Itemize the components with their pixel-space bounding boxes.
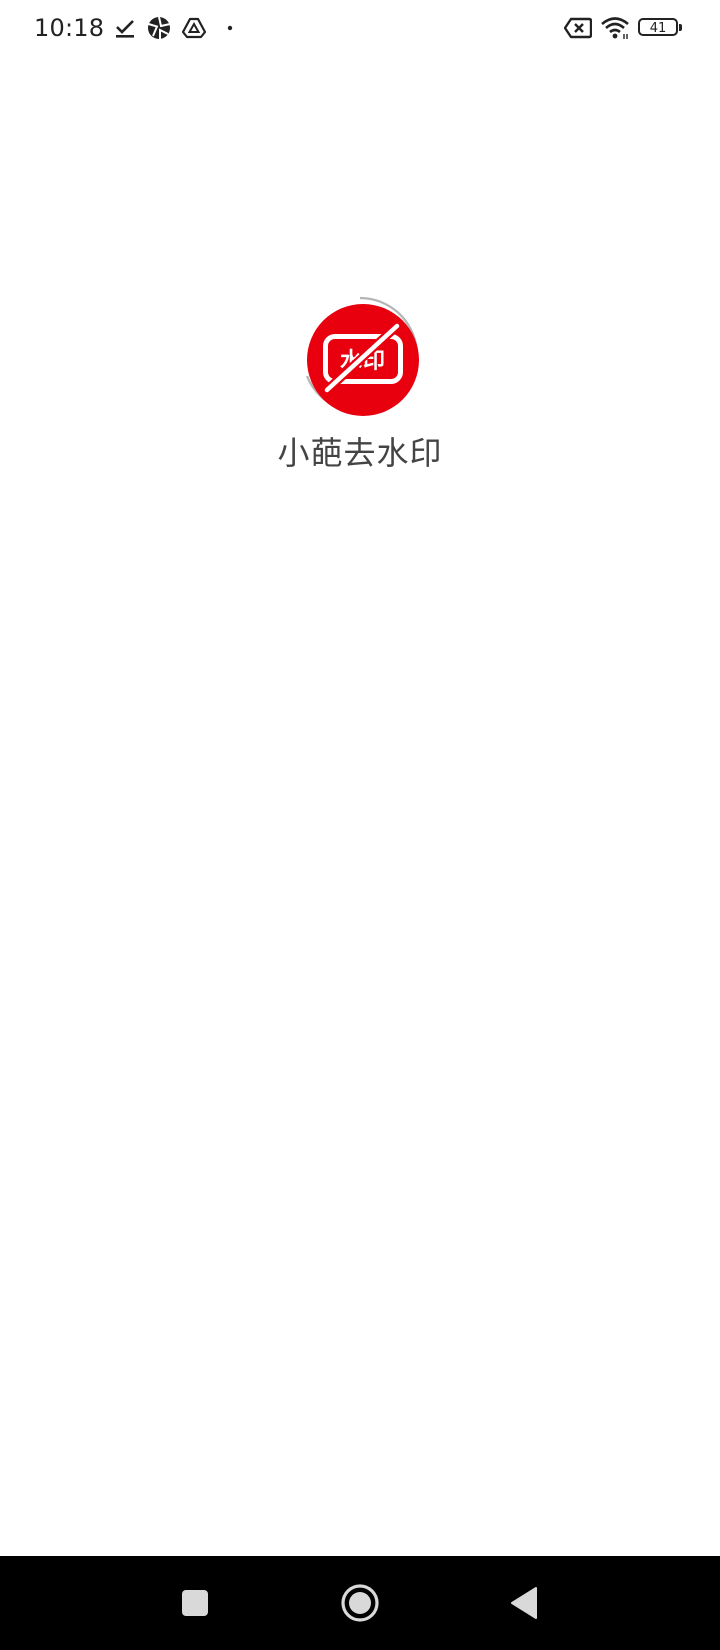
battery-icon: 41 <box>638 18 682 38</box>
navigation-bar <box>0 1556 720 1650</box>
home-button[interactable] <box>320 1556 400 1650</box>
status-time: 10:18 <box>34 14 105 42</box>
check-download-icon <box>114 17 136 39</box>
watermark-badge: 水印 <box>323 334 403 384</box>
status-left: 10:18 <box>34 14 236 42</box>
status-right: 41 <box>564 14 682 42</box>
triangle-back-icon <box>511 1587 537 1619</box>
no-sim-icon <box>564 17 592 39</box>
drive-icon <box>182 17 207 39</box>
back-button[interactable] <box>484 1556 564 1650</box>
splash-content: 水印 小葩去水印 <box>0 292 720 474</box>
battery-level: 41 <box>649 20 667 36</box>
aperture-icon <box>146 15 172 41</box>
wifi-icon <box>600 16 630 40</box>
app-logo: 水印 <box>297 292 423 418</box>
app-name: 小葩去水印 <box>277 434 443 472</box>
logo-text: 水印 <box>339 349 386 374</box>
recents-button[interactable] <box>155 1556 235 1650</box>
dot-icon <box>216 23 236 33</box>
circle-icon <box>341 1584 379 1622</box>
square-icon <box>182 1590 208 1616</box>
status-bar: 10:18 41 <box>0 0 720 56</box>
